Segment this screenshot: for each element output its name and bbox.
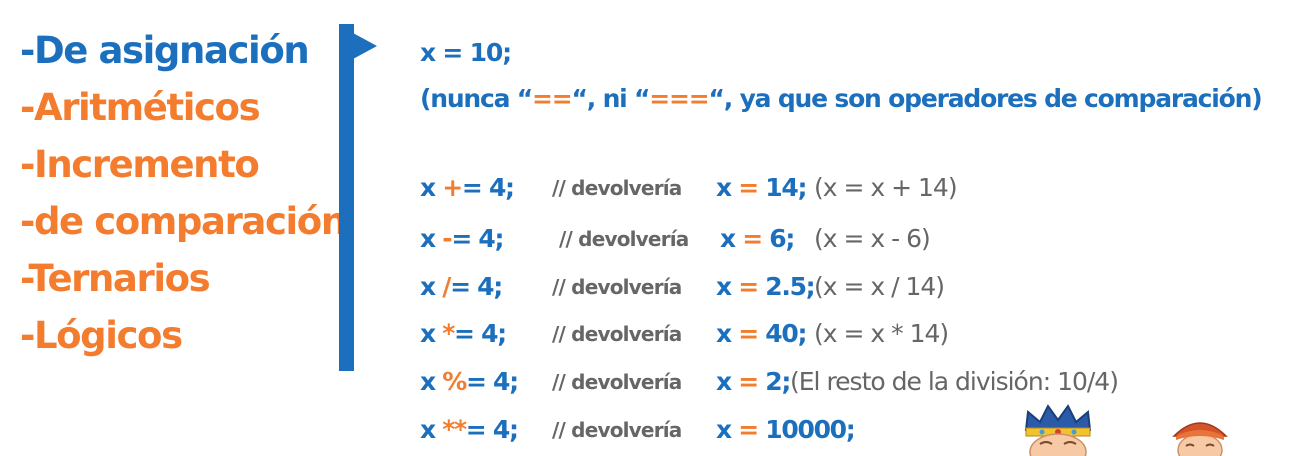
note-double-equals: == <box>532 84 573 113</box>
rhs: = 4; <box>465 367 519 396</box>
result-expression: x = 10000; <box>716 410 856 450</box>
explanation-text: (x = x + 14) <box>814 173 958 202</box>
example-row: x *= 4; // devolvería x = 40; (x = x * 1… <box>420 314 980 354</box>
lhs: x <box>420 415 443 444</box>
note-close: “, ya que son operadores de comparación) <box>708 84 1263 113</box>
example-row: x += 4; // devolvería x = 14; (x = x + 1… <box>420 168 980 208</box>
operator-symbol: - <box>442 224 452 253</box>
result-eq: = <box>738 319 759 348</box>
result-eq: = <box>738 173 759 202</box>
operator-expression: x *= 4; <box>420 319 507 348</box>
result-value: 10000; <box>757 415 855 444</box>
result-expression: x = 14; <box>716 168 807 208</box>
explanation-text: (El resto de la división: 10/4) <box>790 367 1119 396</box>
operator-symbol: * <box>442 319 455 348</box>
operator-symbol: ** <box>442 415 467 444</box>
rhs: = 4; <box>465 415 519 444</box>
slide: -De asignación -Aritméticos -Incremento … <box>0 0 1293 456</box>
category-item-logicos: -Lógicos <box>20 314 183 357</box>
lhs: x <box>420 319 443 348</box>
example-row: x %= 4; // devolvería x = 2; (El resto d… <box>420 362 1180 402</box>
result-value: 40; <box>757 319 807 348</box>
category-item-ternarios: -Ternarios <box>20 257 211 300</box>
category-item-aritmeticos: -Aritméticos <box>20 86 261 129</box>
category-item-asignacion: -De asignación <box>20 29 310 72</box>
vertical-divider-bar <box>339 24 354 371</box>
assignment-intro: x = 10; (nunca “==“, ni “===“, ya que so… <box>420 30 1263 122</box>
comment-text: // devolvería <box>552 370 682 394</box>
result-var: x <box>716 173 739 202</box>
category-item-incremento: -Incremento <box>20 143 260 186</box>
comment-text: // devolvería <box>552 176 682 200</box>
result-value: 2.5; <box>757 272 815 301</box>
result-eq: = <box>738 415 759 444</box>
lhs: x <box>420 367 443 396</box>
result-eq: = <box>742 224 763 253</box>
rhs: = 4; <box>450 272 503 301</box>
note-mid: “, ni “ <box>571 84 651 113</box>
pointer-arrow-icon <box>353 33 377 59</box>
result-eq: = <box>738 272 759 301</box>
lhs: x <box>420 272 443 301</box>
assignment-example: x = 10; <box>420 38 512 67</box>
comment-text: // devolvería <box>552 322 682 346</box>
operator-expression: x %= 4; <box>420 367 519 396</box>
queen-character-icon <box>1170 410 1230 456</box>
category-item-comparacion: -de comparación <box>20 200 347 243</box>
comment-text: // devolvería <box>552 418 682 442</box>
rhs: = 4; <box>451 224 504 253</box>
explanation-text: (x = x * 14) <box>814 319 949 348</box>
operator-expression: x **= 4; <box>420 415 519 444</box>
result-value: 14; <box>757 173 807 202</box>
comment-text: // devolvería <box>559 227 689 251</box>
result-expression: x = 40; <box>716 314 807 354</box>
result-value: 6; <box>761 224 795 253</box>
result-var: x <box>716 319 739 348</box>
result-expression: x = 6; <box>720 219 795 259</box>
result-value: 2; <box>757 367 791 396</box>
operator-expression: x += 4; <box>420 173 515 202</box>
operator-expression: x -= 4; <box>420 224 504 253</box>
example-row: x /= 4; // devolvería x = 2.5; (x = x / … <box>420 267 980 307</box>
operator-expression: x /= 4; <box>420 272 503 301</box>
rhs: = 4; <box>461 173 515 202</box>
result-var: x <box>716 367 739 396</box>
king-character-icon <box>1018 400 1098 456</box>
example-row: x **= 4; // devolvería x = 10000; <box>420 410 980 450</box>
rhs: = 4; <box>454 319 507 348</box>
note-triple-equals: === <box>649 84 709 113</box>
example-row: x -= 4; // devolvería x = 6; (x = x - 6) <box>420 219 980 259</box>
lhs: x <box>420 224 443 253</box>
note-open: (nunca “ <box>420 84 533 113</box>
explanation-text: (x = x / 14) <box>814 272 945 301</box>
result-expression: x = 2; <box>716 362 791 402</box>
explanation-text: (x = x - 6) <box>814 224 931 253</box>
result-var: x <box>720 224 743 253</box>
comparison-note: (nunca “==“, ni “===“, ya que son operad… <box>420 76 1263 122</box>
result-expression: x = 2.5; <box>716 267 816 307</box>
operator-symbol: % <box>442 367 467 396</box>
result-var: x <box>716 415 739 444</box>
operator-symbol: / <box>442 272 451 301</box>
result-var: x <box>716 272 739 301</box>
comment-text: // devolvería <box>552 275 682 299</box>
result-eq: = <box>738 367 759 396</box>
operator-symbol: + <box>442 173 463 202</box>
lhs: x <box>420 173 443 202</box>
operator-category-list: -De asignación -Aritméticos -Incremento … <box>20 22 347 364</box>
